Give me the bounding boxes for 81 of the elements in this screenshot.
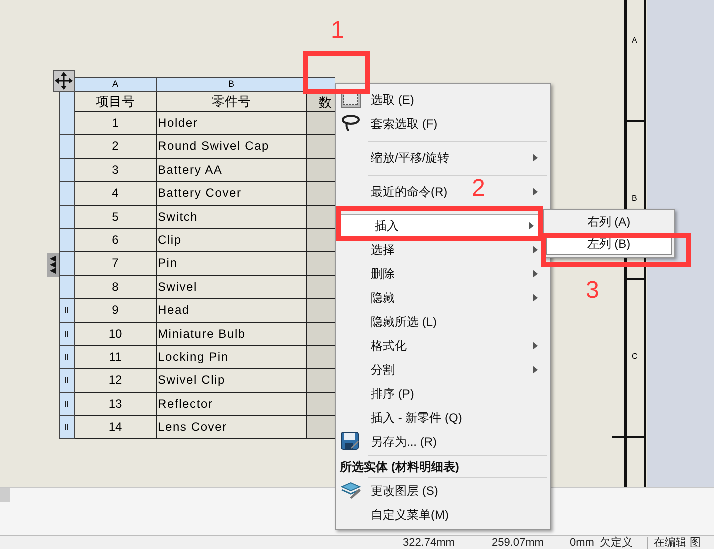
- table-header-cell: 零件号: [157, 92, 307, 112]
- table-move-handle-icon[interactable]: [53, 70, 75, 92]
- row-header[interactable]: [59, 135, 75, 159]
- annotation-box: [303, 51, 370, 94]
- menu-item[interactable]: 缩放/平移/旋转: [371, 149, 450, 167]
- status-x-coordinate: 322.74mm: [403, 536, 456, 548]
- table-cell: 5: [75, 206, 157, 229]
- submenu-item[interactable]: 右列 (A): [546, 212, 672, 233]
- table-cell: 7: [75, 252, 157, 276]
- menu-item[interactable]: 删除: [371, 265, 395, 283]
- table-cell: 13: [75, 392, 157, 416]
- row-header[interactable]: [59, 322, 75, 346]
- row-header[interactable]: [59, 228, 75, 252]
- lasso-icon: [341, 114, 361, 132]
- table-cell: [307, 252, 335, 276]
- row-collapse-tab-icon[interactable]: [47, 253, 59, 277]
- row-header[interactable]: [59, 392, 75, 416]
- table-cell: 3: [75, 158, 157, 182]
- annotation-number: 2: [472, 176, 486, 202]
- table-cell: [307, 228, 335, 252]
- menu-item[interactable]: 插入 - 新零件 (Q): [371, 409, 462, 427]
- sheet-zone-label: C: [632, 352, 638, 362]
- table-cell: 8: [75, 276, 157, 300]
- menu-item[interactable]: 隐藏: [371, 289, 395, 307]
- row-header[interactable]: [59, 276, 75, 300]
- table-cell: 9: [75, 299, 157, 323]
- row-header[interactable]: [59, 182, 75, 206]
- row-header[interactable]: [59, 206, 75, 229]
- menu-item[interactable]: 选择: [371, 241, 395, 259]
- menu-item[interactable]: 选取 (E): [371, 91, 414, 109]
- sheet-zone-label: A: [632, 36, 638, 46]
- status-definition: 欠定义: [600, 536, 634, 548]
- menu-item[interactable]: 格式化: [371, 337, 407, 355]
- menu-item[interactable]: 自定义菜单(M): [371, 506, 449, 524]
- table-cell: [307, 158, 335, 182]
- table-cell: [307, 182, 335, 206]
- annotation-number: 1: [331, 18, 344, 44]
- row-header[interactable]: [59, 252, 75, 276]
- table-cell: 11: [75, 346, 157, 370]
- menu-item[interactable]: 最近的命令(R): [371, 183, 448, 201]
- table-cell: [307, 322, 335, 346]
- table-cell: [307, 369, 335, 393]
- table-header-cell: 数: [307, 92, 335, 112]
- table-cell: [307, 276, 335, 300]
- menu-item[interactable]: 更改图层 (S): [371, 482, 438, 500]
- table-cell: 6: [75, 228, 157, 252]
- row-header[interactable]: [59, 369, 75, 393]
- menu-section-title: 所选实体 (材料明细表): [339, 459, 460, 476]
- row-header[interactable]: [59, 346, 75, 370]
- table-cell: 2: [75, 135, 157, 159]
- layers-pencil-icon: [341, 481, 363, 499]
- row-header[interactable]: [59, 112, 75, 136]
- row-header[interactable]: [59, 92, 75, 112]
- table-cell: [307, 135, 335, 159]
- table-cell: [307, 416, 335, 440]
- scrollbar-thumb[interactable]: [0, 488, 10, 502]
- table-cell: 12: [75, 369, 157, 393]
- menu-item[interactable]: 另存为... (R): [371, 433, 437, 451]
- menu-item[interactable]: 分割: [371, 361, 395, 379]
- table-cell: [307, 206, 335, 229]
- table-cell: 4: [75, 182, 157, 206]
- table-cell: [307, 299, 335, 323]
- status-z-coordinate: 0mm: [570, 536, 596, 548]
- menu-item[interactable]: 隐藏所选 (L): [371, 313, 437, 331]
- table-cell: 1: [75, 112, 157, 136]
- row-header[interactable]: [59, 299, 75, 323]
- row-header[interactable]: [59, 158, 75, 182]
- annotation-number: 3: [586, 278, 600, 304]
- column-letter-header[interactable]: A: [75, 77, 157, 92]
- sheet-zone-label: B: [632, 194, 638, 204]
- table-cell: [307, 392, 335, 416]
- table-cell: [307, 346, 335, 370]
- status-edit-mode: 在编辑 图: [647, 536, 702, 548]
- menu-item[interactable]: 排序 (P): [371, 385, 414, 403]
- status-y-coordinate: 259.07mm: [492, 536, 545, 548]
- table-cell: [307, 112, 335, 136]
- menu-item[interactable]: 套索选取 (F): [371, 115, 438, 133]
- table-cell: 10: [75, 322, 157, 346]
- table-header-cell: 项目号: [75, 92, 157, 112]
- row-header[interactable]: [59, 416, 75, 440]
- table-cell: 14: [75, 416, 157, 440]
